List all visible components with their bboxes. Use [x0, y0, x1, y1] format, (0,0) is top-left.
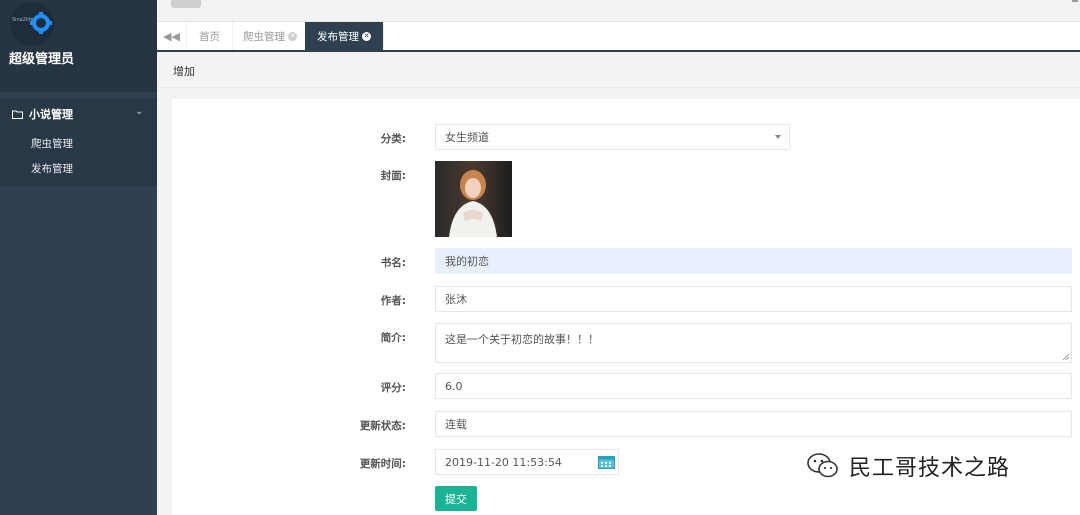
- intro-textarea[interactable]: 这是一个关于初恋的故事！！！: [435, 323, 1072, 363]
- admin-name: 超级管理员: [9, 52, 75, 67]
- submit-button[interactable]: 提交: [435, 486, 477, 511]
- author-value: 张沐: [445, 293, 467, 306]
- sidebar: Sina2life 超级管理员 小说管理 ⌄ 爬虫管理 发布管理: [0, 0, 157, 515]
- book-name-value: 我的初恋: [445, 255, 489, 268]
- category-label: 分类:: [380, 133, 406, 145]
- nav-head-novel-management[interactable]: 小说管理: [12, 106, 73, 122]
- logo: Sina2life: [10, 2, 54, 46]
- sidebar-item-crawler[interactable]: 爬虫管理: [31, 136, 73, 151]
- sidebar-item-publish[interactable]: 发布管理: [31, 161, 73, 176]
- tab-bar: ◀◀ 首页 爬虫管理 ✕ 发布管理 ✕: [157, 22, 1080, 52]
- tab-scroll-left-icon[interactable]: ◀◀: [157, 22, 187, 50]
- intro-label: 简介:: [380, 332, 406, 344]
- folder-icon: [12, 110, 23, 119]
- watermark: 民工哥技术之路: [807, 450, 1010, 482]
- nav-section-novel: 小说管理 ⌄ 爬虫管理 发布管理: [0, 98, 157, 186]
- wechat-icon: [807, 453, 838, 478]
- nav-head-label: 小说管理: [29, 108, 73, 121]
- chevron-down-icon: [775, 135, 781, 139]
- cover-image[interactable]: [435, 161, 512, 237]
- author-input[interactable]: 张沐: [435, 286, 1072, 312]
- top-toolbar: [157, 0, 1080, 22]
- user-menu-caret-icon[interactable]: [1072, 0, 1078, 2]
- tab-label: 爬虫管理: [243, 30, 285, 43]
- author-label: 作者:: [380, 295, 406, 307]
- category-value: 女生频道: [445, 131, 489, 144]
- update-time-label: 更新时间:: [359, 458, 406, 470]
- intro-value: 这是一个关于初恋的故事！！！: [445, 333, 599, 346]
- watermark-text: 民工哥技术之路: [849, 456, 1011, 481]
- close-icon[interactable]: ✕: [288, 31, 297, 41]
- rating-value: 6.0: [445, 379, 463, 393]
- rating-label: 评分:: [380, 382, 406, 394]
- book-name-input[interactable]: 我的初恋: [435, 248, 1072, 274]
- menu-toggle-button[interactable]: [171, 0, 201, 8]
- tab-label: 首页: [199, 30, 220, 43]
- category-select[interactable]: 女生频道: [435, 124, 790, 150]
- tab-home[interactable]: 首页: [187, 22, 233, 50]
- update-time-input[interactable]: 2019-11-20 11:53:54: [435, 449, 619, 475]
- tab-label: 发布管理: [317, 30, 359, 43]
- cover-label: 封面:: [380, 170, 406, 182]
- gear-icon: [30, 12, 52, 34]
- page-title: 增加: [173, 65, 195, 78]
- close-icon[interactable]: ✕: [362, 31, 371, 41]
- update-status-input[interactable]: 连载: [435, 411, 1072, 437]
- chevron-down-icon[interactable]: ⌄: [135, 106, 143, 117]
- calendar-icon[interactable]: [598, 456, 615, 469]
- book-name-label: 书名:: [380, 257, 406, 269]
- tab-crawler[interactable]: 爬虫管理 ✕: [231, 22, 310, 50]
- rating-input[interactable]: 6.0: [435, 373, 1072, 399]
- update-status-label: 更新状态:: [359, 420, 406, 432]
- tab-publish[interactable]: 发布管理 ✕: [305, 22, 384, 50]
- update-status-value: 连载: [445, 418, 467, 431]
- resize-handle-icon[interactable]: [1062, 353, 1069, 360]
- profile-header: Sina2life 超级管理员: [0, 0, 157, 92]
- update-time-value: 2019-11-20 11:53:54: [445, 455, 562, 469]
- breadcrumb: 增加: [157, 52, 1080, 88]
